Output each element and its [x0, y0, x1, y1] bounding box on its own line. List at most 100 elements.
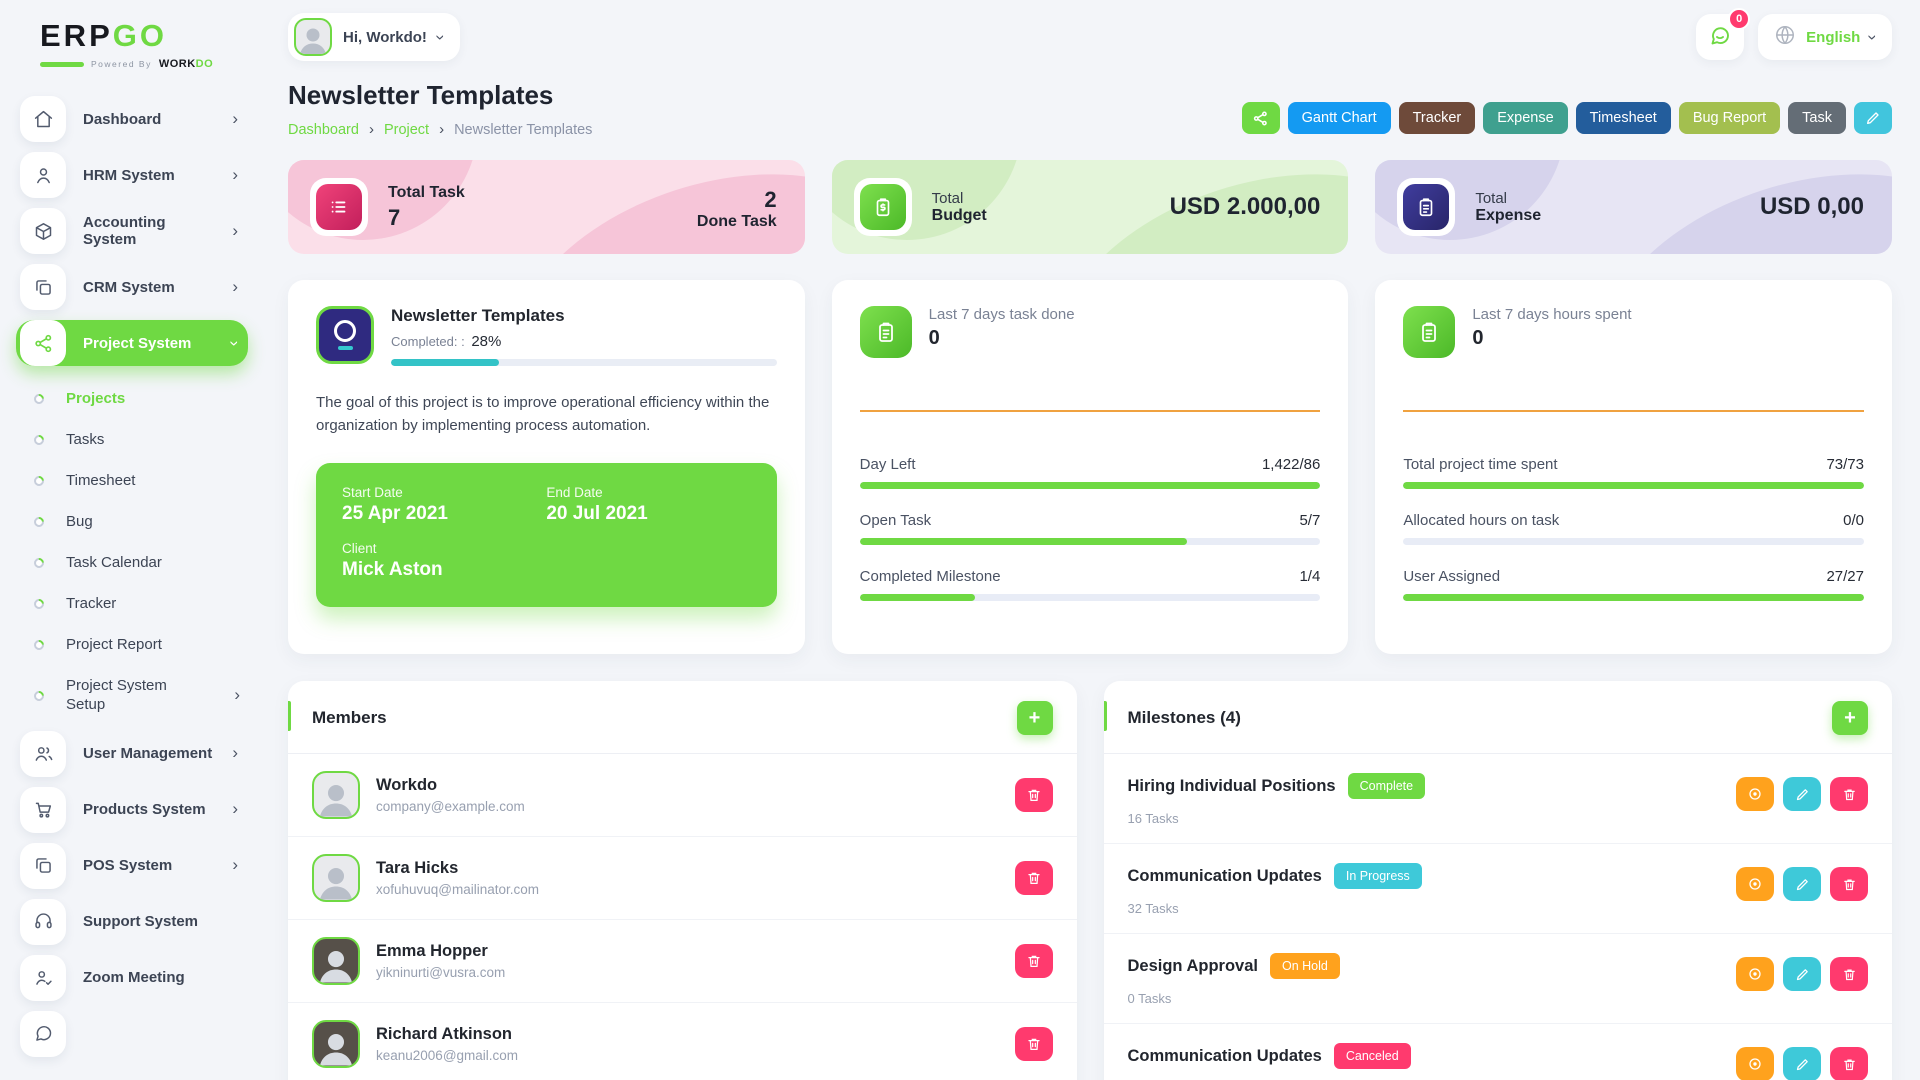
list-icon: [316, 184, 362, 230]
clipboard-dollar-icon: [859, 184, 906, 230]
sidebar-item-zoom-meeting[interactable]: Zoom Meeting: [16, 954, 248, 1001]
milestone-task-count: 0 Tasks: [1127, 991, 1172, 1006]
member-name: Workdo: [376, 776, 438, 794]
chevron-right-icon: ›: [232, 220, 238, 240]
clipboard-icon: [1403, 184, 1450, 230]
milestone-delete-button[interactable]: [1830, 1047, 1868, 1080]
edit-project-button[interactable]: [1854, 102, 1892, 134]
powered-by-label: Powered By: [91, 59, 152, 69]
milestone-title: Communication Updates: [1127, 1046, 1322, 1065]
milestone-view-button[interactable]: [1736, 1047, 1774, 1080]
timesheet-button[interactable]: Timesheet: [1575, 102, 1671, 134]
breadcrumb-dashboard[interactable]: Dashboard: [288, 122, 359, 138]
task-card-title: Last 7 days task done: [928, 306, 1075, 323]
bullet-icon: [31, 514, 47, 529]
home-icon: [20, 96, 66, 142]
chevron-right-icon: ›: [234, 685, 240, 705]
bullet-icon: [31, 555, 47, 570]
milestone-delete-button[interactable]: [1830, 867, 1868, 901]
project-logo: [316, 306, 374, 364]
app-logo[interactable]: ERPGO Powered By WORKDO: [16, 14, 248, 74]
page-actions: Gantt Chart Tracker Expense Timesheet Bu…: [1241, 102, 1892, 134]
member-avatar: [312, 937, 360, 985]
language-selector[interactable]: English ›: [1758, 14, 1892, 60]
metric-row-time-spent: Total project time spent 73/73: [1403, 456, 1864, 489]
milestone-edit-button[interactable]: [1783, 957, 1821, 991]
delete-member-button[interactable]: [1014, 778, 1053, 812]
user-menu[interactable]: Hi, Workdo! ›: [288, 13, 460, 61]
start-date-value: 25 Apr 2021: [342, 503, 448, 524]
delete-member-button[interactable]: [1014, 861, 1053, 895]
breadcrumb-project[interactable]: Project: [384, 122, 429, 138]
sidebar-item-project-system-setup[interactable]: Project System Setup ›: [16, 665, 248, 727]
sidebar-item-user-management[interactable]: User Management ›: [16, 730, 248, 777]
milestone-edit-button[interactable]: [1783, 777, 1821, 811]
share-button[interactable]: [1241, 102, 1280, 134]
member-row: Tara Hicks xofuhuvuq@mailinator.com: [288, 837, 1077, 920]
total-task-value: 7: [388, 204, 401, 230]
task-button[interactable]: Task: [1788, 102, 1846, 134]
member-email: keanu2006@gmail.com: [376, 1048, 519, 1063]
milestone-status-badge: On Hold: [1270, 953, 1340, 979]
sidebar-item-project-system[interactable]: Project System ›: [16, 320, 248, 366]
sidebar-item-timesheet[interactable]: Timesheet: [16, 460, 248, 501]
chevron-down-icon: ›: [225, 340, 245, 346]
metric-row-user-assigned: User Assigned 27/27: [1403, 568, 1864, 601]
milestones-card: Milestones (4) + Hiring Individual Posit…: [1103, 681, 1893, 1080]
delete-member-button[interactable]: [1014, 944, 1053, 978]
milestone-delete-button[interactable]: [1830, 957, 1868, 991]
milestone-row: Communication Updates In Progress 32 Tas…: [1103, 844, 1892, 934]
member-row: Workdo company@example.com: [288, 754, 1077, 837]
logo-underline: [40, 61, 84, 67]
sidebar-item-dashboard[interactable]: Dashboard ›: [16, 96, 248, 142]
milestone-delete-button[interactable]: [1830, 777, 1868, 811]
end-date-label: End Date: [546, 485, 603, 500]
clipboard-icon: [859, 306, 912, 358]
sidebar-item-projects[interactable]: Projects: [16, 378, 248, 419]
budget-label: Budget: [931, 206, 987, 224]
messages-button[interactable]: 0: [1696, 8, 1751, 60]
bullet-icon: [31, 432, 47, 447]
delete-member-button[interactable]: [1014, 1027, 1053, 1061]
sidebar-item-project-report[interactable]: Project Report: [16, 624, 248, 665]
task-card-value: 0: [928, 327, 940, 349]
gantt-chart-button[interactable]: Gantt Chart: [1287, 102, 1391, 134]
sidebar-item-pos-system[interactable]: POS System ›: [16, 842, 248, 889]
sidebar-item-hrm[interactable]: HRM System ›: [16, 152, 248, 198]
milestone-view-button[interactable]: [1736, 867, 1774, 901]
add-member-button[interactable]: +: [1016, 701, 1053, 735]
milestone-view-button[interactable]: [1736, 957, 1774, 991]
sidebar-item-task-calendar[interactable]: Task Calendar: [16, 542, 248, 583]
chevron-right-icon: ›: [232, 743, 238, 762]
completed-label: Completed: :: [391, 334, 465, 349]
copy-icon: [20, 842, 66, 889]
sidebar-item-bug[interactable]: Bug: [16, 501, 248, 542]
milestone-view-button[interactable]: [1736, 777, 1774, 811]
project-dates-panel: Start Date 25 Apr 2021 End Date 20 Jul 2…: [316, 463, 777, 607]
milestone-row: Communication Updates Canceled 0 Tasks: [1104, 1024, 1893, 1080]
chevron-right-icon: ›: [232, 276, 238, 296]
sidebar-item-products-system[interactable]: Products System ›: [16, 786, 248, 833]
sidebar-item-partial[interactable]: [16, 1010, 248, 1057]
chevron-down-icon: ›: [1863, 34, 1883, 40]
task-stats-card: Last 7 days task done 0 Day Left 1,422/86…: [831, 280, 1349, 654]
sidebar-item-tasks[interactable]: Tasks: [16, 419, 248, 460]
expense-label-top: Total: [1475, 189, 1508, 207]
sidebar-item-tracker[interactable]: Tracker: [16, 583, 248, 624]
sidebar-item-accounting[interactable]: Accounting System ›: [16, 208, 248, 254]
copy-icon: [20, 264, 66, 310]
milestone-row: Design Approval On Hold 0 Tasks: [1103, 934, 1892, 1024]
sidebar-item-support-system[interactable]: Support System: [16, 898, 248, 945]
cart-icon: [20, 786, 66, 833]
add-milestone-button[interactable]: +: [1832, 701, 1868, 735]
member-email: xofuhuvuq@mailinator.com: [376, 882, 540, 897]
bug-report-button[interactable]: Bug Report: [1678, 102, 1781, 134]
tracker-button[interactable]: Tracker: [1398, 102, 1476, 134]
milestone-edit-button[interactable]: [1783, 867, 1821, 901]
milestone-edit-button[interactable]: [1783, 1047, 1821, 1080]
expense-button[interactable]: Expense: [1483, 102, 1568, 134]
sidebar-item-crm[interactable]: CRM System ›: [16, 264, 248, 310]
milestone-title: Communication Updates: [1127, 866, 1322, 885]
headset-icon: [20, 898, 66, 945]
members-card: Members + Workdo company@example.com Tar…: [288, 681, 1077, 1080]
